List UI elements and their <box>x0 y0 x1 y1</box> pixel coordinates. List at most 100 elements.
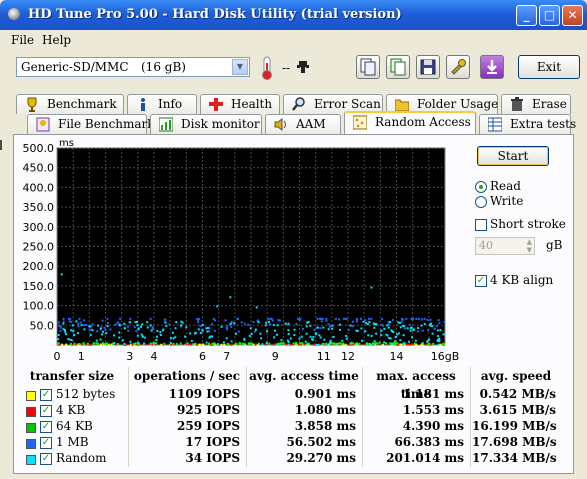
tab-benchmark[interactable]: Benchmark <box>16 94 124 114</box>
data-point <box>409 326 412 329</box>
data-point <box>355 317 358 320</box>
data-point <box>295 342 298 345</box>
data-point <box>368 320 371 323</box>
grid-table-icon <box>488 117 502 132</box>
data-point <box>152 341 155 344</box>
drive-select[interactable]: Generic-SD/MMC (16 gB) ▼ <box>16 57 250 77</box>
data-point <box>373 322 376 325</box>
data-point <box>136 324 139 327</box>
trash-bin-icon <box>511 97 523 111</box>
maximize-button[interactable]: □ <box>539 5 560 26</box>
tab-random-access[interactable]: Random Access <box>344 111 476 135</box>
tab-aam[interactable]: AAM <box>265 114 341 134</box>
data-point <box>134 342 137 345</box>
tab-file-benchmark[interactable]: File Benchmark <box>27 114 155 134</box>
transfer-size-cell: 1 MB <box>56 435 89 449</box>
series-checkbox[interactable]: ✓ <box>40 405 52 417</box>
menu-file[interactable]: File <box>11 33 34 47</box>
data-point <box>79 321 82 324</box>
minimize-button[interactable]: _ <box>516 5 537 26</box>
tab-health[interactable]: Health <box>200 94 280 114</box>
data-point <box>386 324 389 327</box>
data-point <box>201 329 204 332</box>
data-point <box>410 343 413 346</box>
spinner-arrows-icon[interactable]: ▲ ▼ <box>527 238 532 254</box>
data-point <box>426 318 429 321</box>
data-point <box>373 340 376 343</box>
avg-access-cell: 56.502 ms <box>286 435 356 449</box>
data-point <box>194 342 197 345</box>
data-point <box>227 343 230 346</box>
series-color-swatch <box>26 439 36 449</box>
download-arrow-icon <box>487 60 497 74</box>
save-button[interactable] <box>416 55 440 79</box>
data-point <box>89 343 92 346</box>
operations-cell: 1109 IOPS <box>168 387 240 401</box>
align-checkbox[interactable]: ✓ <box>475 275 487 287</box>
data-point <box>60 273 63 276</box>
data-point <box>254 330 257 333</box>
data-point <box>316 326 319 329</box>
data-point <box>412 317 415 320</box>
data-point <box>264 324 267 327</box>
app-icon <box>8 8 20 20</box>
data-point <box>230 343 233 346</box>
data-point <box>78 343 81 346</box>
max-access-cell: 66.383 ms <box>394 435 464 449</box>
x-tick-label: 7 <box>223 350 230 363</box>
window-title: HD Tune Pro 5.00 - Hard Disk Utility (tr… <box>28 7 402 22</box>
start-button[interactable]: Start <box>477 146 549 166</box>
data-point <box>345 334 348 337</box>
data-point <box>306 342 309 345</box>
data-point <box>186 342 189 345</box>
series-checkbox[interactable]: ✓ <box>40 421 52 433</box>
data-point <box>333 342 336 345</box>
data-point <box>206 330 209 333</box>
data-point <box>280 339 283 342</box>
write-radio[interactable] <box>475 196 487 208</box>
data-point <box>313 328 316 331</box>
series-checkbox[interactable]: ✓ <box>40 389 52 401</box>
short-stroke-spinner[interactable]: 40 ▲ ▼ <box>475 237 535 255</box>
temperature-value: -- <box>282 61 291 75</box>
data-point <box>105 332 108 335</box>
data-point <box>295 323 298 326</box>
data-point <box>276 324 279 327</box>
header-operations: operations / sec <box>133 369 241 383</box>
data-point <box>222 341 225 344</box>
copy-info-button[interactable] <box>356 55 380 79</box>
data-point <box>378 341 381 344</box>
data-point <box>442 343 445 346</box>
exit-button[interactable]: Exit <box>518 55 580 79</box>
data-point <box>149 324 152 327</box>
data-point <box>205 341 208 344</box>
data-point <box>101 342 104 345</box>
data-point <box>143 336 146 339</box>
data-point <box>383 327 386 330</box>
download-button[interactable] <box>480 55 504 79</box>
data-point <box>265 341 268 344</box>
read-radio[interactable] <box>475 181 487 193</box>
data-point <box>57 342 60 345</box>
data-point <box>129 317 132 320</box>
y-tick-label: 50.0 <box>30 319 55 332</box>
chevron-down-icon[interactable]: ▼ <box>232 59 248 75</box>
tab-info[interactable]: Info <box>127 94 197 114</box>
data-point <box>271 319 274 322</box>
series-checkbox[interactable]: ✓ <box>40 453 52 465</box>
copy-all-button[interactable] <box>386 55 410 79</box>
data-point <box>274 329 277 332</box>
tab-disk-monitor[interactable]: Disk monitor <box>150 114 262 134</box>
data-point <box>72 330 75 333</box>
series-checkbox[interactable]: ✓ <box>40 437 52 449</box>
close-button[interactable]: ✕ <box>562 5 583 26</box>
menu-help[interactable]: Help <box>42 33 71 47</box>
tab-extra-tests[interactable]: Extra tests <box>479 114 576 134</box>
data-point <box>230 320 233 323</box>
data-point <box>342 342 345 345</box>
options-button[interactable] <box>446 55 470 79</box>
tab-erase[interactable]: Erase <box>501 94 571 114</box>
data-point <box>375 323 378 326</box>
data-point <box>345 337 348 340</box>
short-stroke-checkbox[interactable] <box>475 219 487 231</box>
